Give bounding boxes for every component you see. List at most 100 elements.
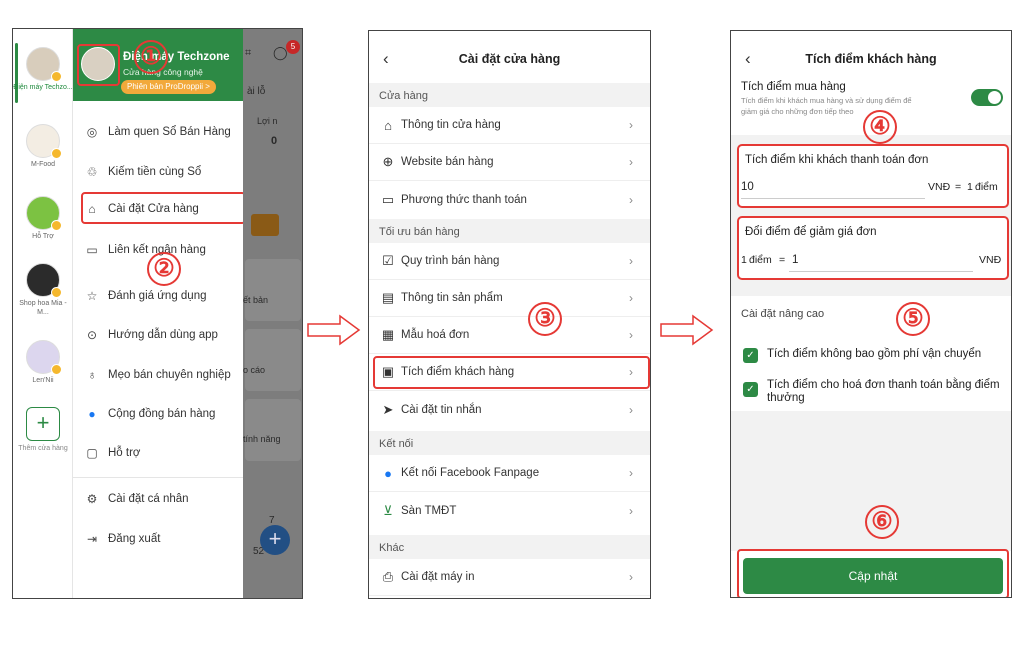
star-icon: ☆ (86, 289, 98, 303)
menu-item-label: Đánh giá ứng dụng (108, 290, 207, 302)
store-item-mfood[interactable]: M-Food (13, 124, 73, 169)
store-avatar (26, 263, 62, 298)
row-label: Kết nối Facebook Fanpage (401, 467, 540, 479)
dimmed-home-screen: ⌗ ◯ 5 ài lỗ Lợi n 0 ết bản o cáo tính nă… (243, 29, 302, 598)
menu-item-logout[interactable]: ⇥ Đăng xuất (85, 529, 160, 549)
row-label: Quy trình bán hàng (401, 255, 500, 267)
menu-item-community[interactable]: ● Cộng đồng bán hàng (85, 404, 215, 424)
bg-tile-label: tính năng (243, 434, 281, 444)
crown-icon (51, 364, 62, 375)
crown-icon (51, 71, 62, 82)
printer-icon: ⎙ (382, 569, 394, 584)
settings-row-facebook[interactable]: ● Kết nối Facebook Fanpage › (369, 455, 650, 492)
box-icon: ▤ (381, 290, 395, 305)
redeem-equals: = (779, 254, 786, 266)
menu-divider (73, 477, 243, 478)
loyalty-toggle-switch[interactable] (971, 89, 1003, 106)
checkbox-exclude-shipping[interactable]: ✓ (743, 348, 758, 363)
chevron-right-icon: › (629, 466, 633, 480)
bulb-icon: ♁ (87, 368, 97, 382)
redeem-amount-input[interactable]: 1 (792, 254, 798, 266)
chat-icon: ▢ (86, 446, 98, 460)
section-header: Cửa hàng (369, 83, 650, 107)
settings-row-website[interactable]: ⊕ Website bán hàng › (369, 144, 650, 181)
advanced-title: Cài đặt nâng cao (741, 308, 825, 320)
flow-arrow (660, 314, 714, 346)
menu-item-support[interactable]: ▢ Hỗ trợ (85, 443, 140, 463)
add-store-button[interactable]: + (26, 407, 60, 441)
earn-points-box: Tích điểm khi khách thanh toán đơn 10 VN… (737, 144, 1009, 208)
highlight-box-update (737, 549, 1009, 597)
menu-item-getting-started[interactable]: ◎ Làm quen Sổ Bán Hàng (85, 122, 231, 142)
menu-item-label: Mẹo bán chuyên nghiệp (108, 369, 231, 381)
toggle-description: Tích điểm khi khách mua hàng và sử dụng … (741, 96, 912, 116)
store-item-lennii[interactable]: Len'Nii (13, 340, 73, 385)
settings-row-sales-process[interactable]: ☑ Quy trình bán hàng › (369, 243, 650, 280)
input-underline (789, 271, 973, 272)
page-title: Tích điểm khách hàng (805, 52, 937, 66)
menu-item-app-guide[interactable]: ⊙ Hướng dẫn dùng app (85, 325, 218, 345)
store-avatar (26, 47, 62, 82)
row-label: Phương thức thanh toán (401, 193, 527, 206)
send-icon: ➤ (382, 401, 394, 417)
redeem-currency: VNĐ (979, 254, 1002, 266)
bg-tile-label: ết bản (243, 295, 269, 305)
settings-row-payment[interactable]: ▭ Phương thức thanh toán › (369, 181, 650, 218)
facebook-icon: ● (384, 465, 392, 481)
row-label: Cài đặt tin nhắn (401, 403, 482, 416)
menu-item-bank-link[interactable]: ▭ Liên kết ngân hàng (85, 240, 206, 260)
settings-row-product-info[interactable]: ▤ Thông tin sản phẩm › (369, 280, 650, 317)
bg-tile (245, 399, 301, 461)
bg-tile (245, 329, 301, 391)
earn-points-value: 1 (967, 181, 973, 193)
menu-item-personal-settings[interactable]: ⚙ Cài đặt cá nhân (85, 489, 189, 509)
chevron-right-icon: › (629, 192, 633, 207)
step-badge-3: ③ (528, 302, 562, 336)
row-label: Thông tin cửa hàng (401, 119, 501, 131)
redeem-points-unit: điểm (749, 254, 772, 266)
store-item-techzone[interactable]: Điện máy Techzo... (13, 47, 73, 92)
notification-badge: 5 (286, 40, 300, 54)
row-label: Thông tin sản phẩm (401, 292, 503, 304)
row-label: Website bán hàng (401, 156, 494, 168)
settings-row-messages[interactable]: ➤ Cài đặt tin nhắn › (369, 391, 650, 428)
row-label: Cài đặt máy in (401, 571, 475, 583)
store-item-hotro[interactable]: Hỗ Trợ (13, 196, 73, 241)
earn-title: Tích điểm khi khách thanh toán đơn (745, 154, 929, 166)
step-badge-2: ② (147, 252, 181, 286)
target-icon: ◎ (86, 125, 98, 139)
checklist-icon: ☑ (382, 253, 394, 268)
menu-item-earn-money[interactable]: ♲ Kiếm tiền cùng Sổ (85, 162, 202, 182)
store-item-shophoa[interactable]: Shop hoa Mia - M... (13, 263, 73, 317)
checkbox-points-on-points-invoice[interactable]: ✓ (743, 382, 758, 397)
menu-item-label: Cài đặt cá nhân (108, 493, 189, 505)
settings-row-invoice-template[interactable]: ▦ Mẫu hoá đơn › (369, 317, 650, 354)
crown-icon (51, 220, 62, 231)
menu-item-pro-tips[interactable]: ♁ Mẹo bán chuyên nghiệp (85, 365, 231, 385)
menu-item-label: Cộng đồng bán hàng (108, 408, 216, 420)
menu-item-label: Hướng dẫn dùng app (108, 329, 218, 341)
store-label: M-Food (30, 161, 56, 168)
switch-knob (988, 91, 1001, 104)
section-header: Khác (369, 535, 650, 559)
step-badge-4: ④ (863, 110, 897, 144)
redeem-points-box: Đổi điểm để giảm giá đơn 1 điểm = 1 VNĐ (737, 216, 1009, 280)
scan-icon: ⌗ (245, 47, 252, 59)
store-label: Len'Nii (32, 377, 54, 384)
step-badge-1: ① (134, 40, 168, 74)
nav-bar: ‹ Cài đặt cửa hàng (369, 31, 650, 83)
version-badge[interactable]: Phiên bản ProDroppii > (121, 80, 216, 94)
earn-amount-input[interactable]: 10 (741, 181, 754, 193)
highlight-box-store-settings (81, 192, 246, 224)
bg-tab-text: ài lỗ (247, 86, 266, 97)
settings-row-store-info[interactable]: ⌂ Thông tin cửa hàng › (369, 107, 650, 144)
advanced-settings: Cài đặt nâng cao ✓ Tích điểm không bao g… (731, 296, 1011, 411)
menu-item-rate-app[interactable]: ☆ Đánh giá ứng dụng (85, 286, 207, 306)
store-avatar (26, 340, 62, 375)
side-menu: Điện máy Techzone Cửa hàng công nghệ Phi… (73, 29, 246, 598)
settings-row-marketplace[interactable]: ⊻ Sàn TMĐT › (369, 492, 650, 529)
crown-icon (51, 148, 62, 159)
settings-row-printer[interactable]: ⎙ Cài đặt máy in › (369, 559, 650, 596)
bg-profit-label: Lợi n (257, 116, 278, 126)
cart-icon: ⊻ (383, 502, 393, 518)
